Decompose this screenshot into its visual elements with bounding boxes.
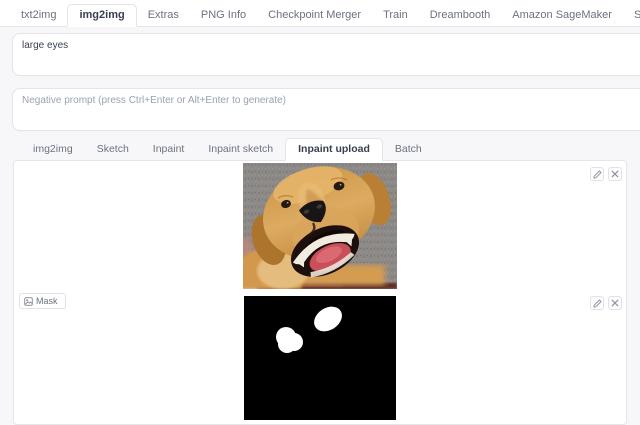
pencil-icon xyxy=(592,299,601,308)
main-tab-dreambooth[interactable]: Dreambooth xyxy=(419,5,502,26)
mask-image-actions xyxy=(590,296,622,310)
mode-tab-inpaint-sketch[interactable]: Inpaint sketch xyxy=(196,139,285,160)
main-tab-settings[interactable]: Settings xyxy=(623,5,640,26)
main-tab-checkpoint-merger[interactable]: Checkpoint Merger xyxy=(257,5,372,26)
img2img-mode-tab-bar: img2img Sketch Inpaint Inpaint sketch In… xyxy=(21,138,640,161)
negative-prompt-input[interactable] xyxy=(12,88,640,131)
main-tab-extras[interactable]: Extras xyxy=(137,5,190,26)
mask-image-dropzone[interactable]: Mask xyxy=(14,290,626,422)
mode-tab-inpaint-upload[interactable]: Inpaint upload xyxy=(285,138,383,161)
mode-tab-inpaint[interactable]: Inpaint xyxy=(141,139,197,160)
main-tab-png-info[interactable]: PNG Info xyxy=(190,5,257,26)
image-icon xyxy=(24,296,33,306)
pencil-icon xyxy=(592,170,601,179)
main-tab-img2img[interactable]: img2img xyxy=(67,4,137,27)
prompt-input[interactable]: large eyes xyxy=(12,33,640,76)
mode-tab-sketch[interactable]: Sketch xyxy=(85,139,141,160)
remove-mask-button[interactable] xyxy=(608,296,622,310)
negative-prompt-row xyxy=(12,88,640,131)
mode-tab-batch[interactable]: Batch xyxy=(383,139,434,160)
main-tab-txt2img[interactable]: txt2img xyxy=(10,5,67,26)
mask-image-label: Mask xyxy=(19,293,66,309)
main-tab-train[interactable]: Train xyxy=(372,5,419,26)
x-icon xyxy=(611,299,619,307)
edit-image-button[interactable] xyxy=(590,167,604,181)
mask-image-label-text: Mask xyxy=(36,296,58,306)
inpaint-upload-panel: Mask xyxy=(13,160,627,425)
remove-image-button[interactable] xyxy=(608,167,622,181)
mode-tab-img2img[interactable]: img2img xyxy=(21,139,85,160)
base-image-dropzone[interactable] xyxy=(14,161,626,290)
base-image-dog-photo xyxy=(243,163,397,289)
prompt-row: large eyes xyxy=(12,33,640,76)
main-tab-amazon-sagemaker[interactable]: Amazon SageMaker xyxy=(501,5,623,26)
x-icon xyxy=(611,170,619,178)
mask-image-picture xyxy=(244,296,396,420)
main-tab-bar: txt2img img2img Extras PNG Info Checkpoi… xyxy=(0,0,640,27)
base-image-actions xyxy=(590,167,622,181)
edit-mask-button[interactable] xyxy=(590,296,604,310)
